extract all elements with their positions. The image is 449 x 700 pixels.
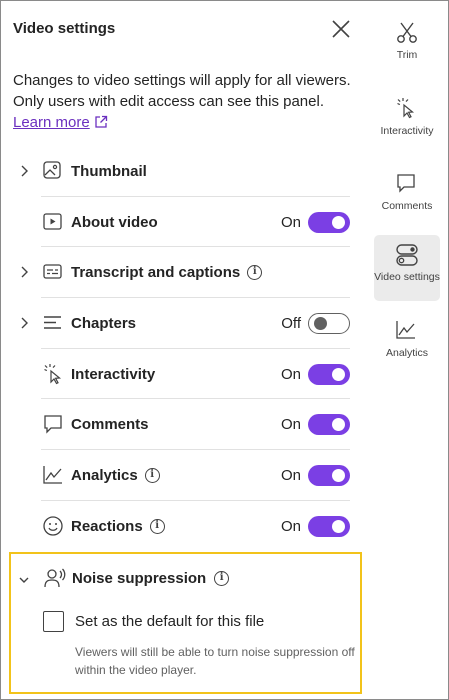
toggle-knob	[332, 367, 345, 381]
setting-toggle[interactable]	[308, 363, 350, 385]
toggle-knob	[332, 519, 345, 533]
setting-label: Interactivity	[71, 365, 156, 383]
chevron-right-icon[interactable]	[18, 164, 30, 178]
rail-item-label: Trim	[396, 49, 418, 61]
toggle-state-text: On	[280, 467, 301, 485]
analytics-chart-icon	[43, 466, 62, 484]
settings-row-comments: Comments On	[1, 399, 371, 451]
play-box-icon	[43, 213, 62, 230]
toggle-knob	[332, 215, 345, 229]
setting-label: About video	[71, 213, 158, 231]
setting-toggle[interactable]	[308, 465, 350, 487]
close-icon	[332, 20, 350, 38]
learn-more-link[interactable]: Learn more	[13, 114, 90, 131]
toggle-knob	[332, 418, 345, 432]
toggle-state-text: On	[280, 416, 301, 434]
settings-row-reactions: Reactions i On	[1, 501, 371, 552]
rail-item-label: Interactivity	[380, 125, 434, 137]
image-icon	[43, 161, 61, 179]
settings-row-analytics: Analytics i On	[1, 450, 371, 501]
rail-item-interactivity[interactable]: Interactivity	[374, 97, 440, 147]
smiley-icon	[43, 516, 63, 536]
info-icon[interactable]: i	[144, 468, 160, 484]
chevron-right-icon[interactable]	[18, 316, 30, 330]
noise-suppression-title: Noise suppression	[72, 570, 207, 587]
chevron-right-icon[interactable]	[18, 265, 30, 279]
toggle-knob	[332, 469, 345, 483]
comment-icon	[44, 415, 62, 435]
rail-item-trim[interactable]: Trim	[374, 21, 440, 71]
settings-row-about-video: About video On	[1, 197, 371, 248]
rail-item-label: Comments	[381, 200, 433, 212]
rail-item-analytics[interactable]: Analytics	[374, 319, 440, 369]
noise-suppression-note: Viewers will still be able to turn noise…	[75, 645, 355, 677]
settings-row-thumbnail[interactable]: Thumbnail	[1, 146, 371, 197]
comment-icon	[397, 174, 415, 193]
info-icon[interactable]: i	[247, 265, 263, 281]
chevron-down-icon[interactable]	[18, 574, 30, 586]
toggles-icon	[396, 244, 418, 266]
rail-item-comments[interactable]: Comments	[374, 172, 440, 222]
noise-suppression-label[interactable]: Noise suppression i	[72, 570, 230, 587]
panel-description: Changes to video settings will apply for…	[13, 70, 358, 133]
rail-item-label: Analytics	[385, 347, 428, 359]
external-link-icon	[95, 115, 107, 128]
setting-toggle[interactable]	[308, 313, 350, 335]
learn-more-label: Learn more	[13, 114, 90, 131]
settings-row-chapters[interactable]: Chapters Off	[1, 298, 371, 349]
rail-item-label: Video settings	[374, 271, 440, 283]
toggle-state-text: On	[280, 365, 301, 383]
toggle-knob	[314, 317, 327, 331]
analytics-chart-icon	[396, 321, 415, 339]
toggle-state-text: On	[280, 213, 301, 231]
setting-label: Comments	[71, 416, 149, 434]
captions-icon	[43, 264, 62, 280]
panel-title: Video settings	[13, 20, 116, 37]
setting-label: Thumbnail	[71, 163, 147, 180]
noise-suppression-icon	[44, 568, 66, 588]
default-for-file-label[interactable]: Set as the default for this file	[75, 613, 264, 630]
right-rail: Trim Interactivity Comments Video settings A…	[371, 1, 448, 699]
setting-toggle[interactable]	[308, 211, 350, 233]
setting-toggle[interactable]	[308, 414, 350, 436]
interactivity-cursor-icon	[397, 98, 415, 119]
noise-suppression-section: Noise suppression i Set as the default f…	[9, 552, 362, 694]
info-icon[interactable]: i	[149, 518, 165, 534]
setting-label: Chapters	[71, 315, 137, 333]
info-icon[interactable]: i	[214, 571, 230, 586]
chapters-icon	[44, 316, 61, 329]
close-button[interactable]	[329, 17, 353, 41]
settings-row-interactivity: Interactivity On	[1, 349, 371, 400]
setting-label: Reactions	[71, 517, 143, 535]
settings-row-transcript-and-captions[interactable]: Transcript and captions i	[1, 247, 371, 299]
toggle-state-text: On	[280, 517, 301, 535]
rail-item-video-settings[interactable]: Video settings	[374, 235, 440, 301]
setting-label: Transcript and captions	[71, 264, 241, 282]
setting-toggle[interactable]	[308, 515, 350, 537]
toggle-state-text: Off	[281, 315, 301, 333]
default-for-file-checkbox[interactable]	[43, 611, 64, 632]
scissors-icon	[397, 22, 417, 43]
interactivity-cursor-icon	[44, 363, 62, 385]
description-text: Changes to video settings will apply for…	[13, 72, 351, 110]
video-settings-panel: Video settings Changes to video settings…	[1, 1, 371, 699]
setting-label: Analytics	[71, 467, 138, 485]
settings-list: Thumbnail About video On Transcript and cap…	[1, 146, 371, 552]
